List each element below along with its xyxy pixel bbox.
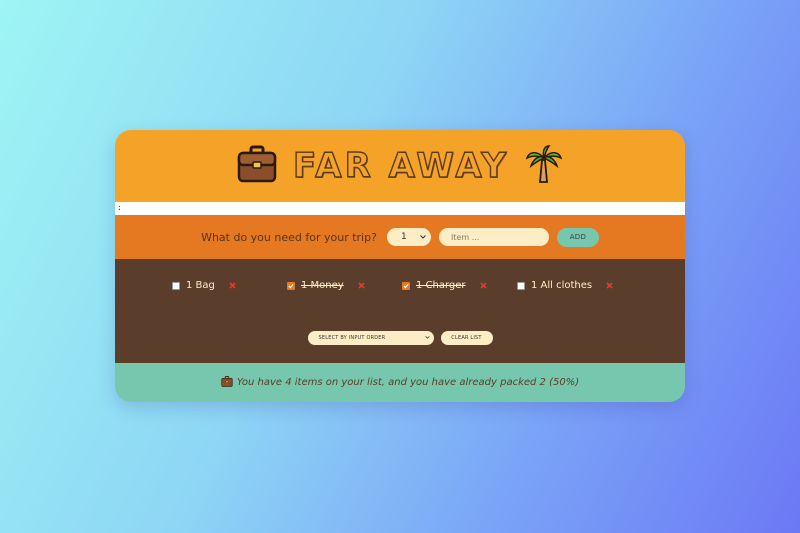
delete-icon[interactable] xyxy=(229,282,236,289)
delete-icon[interactable] xyxy=(358,282,365,289)
item-checkbox[interactable] xyxy=(287,281,295,290)
list-item: 1 All clothes xyxy=(517,280,613,291)
quantity-value: 1 xyxy=(400,232,407,242)
header: FAR AWAY xyxy=(115,130,685,202)
sort-value: SELECT BY INPUT ORDER xyxy=(318,335,386,341)
clear-list-button[interactable]: CLEAR LIST xyxy=(440,331,493,345)
palm-tree-icon xyxy=(525,144,563,188)
quantity-select[interactable]: 1 xyxy=(386,228,431,246)
list-item: 1 Charger xyxy=(402,280,487,291)
list-actions: SELECT BY INPUT ORDER CLEAR LIST xyxy=(115,331,685,345)
item-label: 1 Charger xyxy=(416,280,466,291)
briefcase-icon xyxy=(237,145,277,187)
item-label: 1 Bag xyxy=(186,280,215,291)
stats-footer: You have 4 items on your list, and you h… xyxy=(115,363,685,402)
add-item-form: What do you need for your trip? 1 ADD xyxy=(115,215,685,259)
delete-icon[interactable] xyxy=(479,282,487,289)
item-label: 1 Money xyxy=(301,280,344,291)
item-input[interactable] xyxy=(438,228,549,246)
packing-list: 1 Bag 1 Money 1 Charger 1 All clothes SE… xyxy=(115,259,685,363)
add-button[interactable]: ADD xyxy=(556,227,599,247)
sort-select[interactable]: SELECT BY INPUT ORDER xyxy=(307,331,434,345)
app-card: FAR AWAY : What do you need for your tri… xyxy=(115,130,685,402)
list-item: 1 Money xyxy=(287,280,365,291)
app-title: FAR AWAY xyxy=(292,145,510,186)
briefcase-icon xyxy=(221,375,233,390)
separator-strip: : xyxy=(115,202,685,215)
chevron-down-icon xyxy=(420,232,426,242)
item-label: 1 All clothes xyxy=(531,280,593,291)
item-checkbox[interactable] xyxy=(517,281,525,290)
list-item: 1 Bag xyxy=(172,280,236,291)
item-checkbox[interactable] xyxy=(402,281,410,290)
chevron-down-icon xyxy=(424,335,430,341)
strip-mark: : xyxy=(117,203,122,212)
delete-icon[interactable] xyxy=(606,282,613,289)
form-prompt: What do you need for your trip? xyxy=(201,230,377,244)
stats-text: You have 4 items on your list, and you h… xyxy=(236,377,580,388)
item-checkbox[interactable] xyxy=(172,281,180,290)
